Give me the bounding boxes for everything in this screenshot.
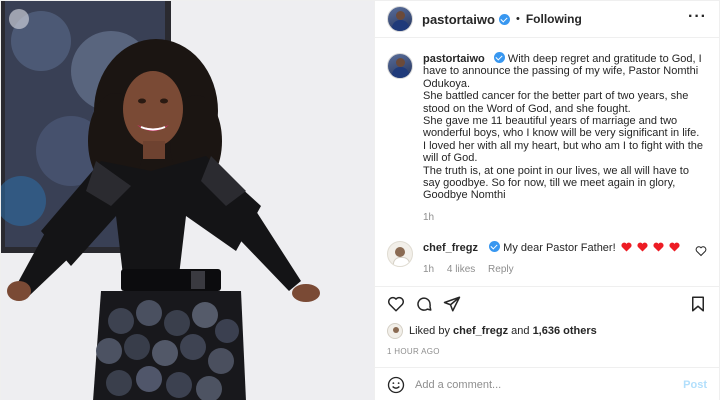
comment-like-heart-icon[interactable]	[695, 245, 707, 257]
caption-author-avatar[interactable]	[387, 53, 413, 79]
caption-line: pastortaiwo With deep regret and gratitu…	[423, 52, 707, 90]
save-bookmark-icon[interactable]	[689, 295, 707, 313]
caption-timestamp[interactable]: 1h	[423, 212, 707, 223]
post-comment-button[interactable]: Post	[683, 379, 707, 391]
action-bar	[375, 286, 719, 326]
header-separator: •	[515, 13, 520, 25]
comment-text-line: chef_fregz My dear Pastor Father!	[423, 240, 680, 255]
comment-like-count[interactable]: 4 likes	[447, 264, 475, 275]
author-username[interactable]: pastortaiwo	[422, 12, 495, 27]
likes-others-count[interactable]: 1,636 others	[533, 325, 597, 337]
emoji-smiley-icon[interactable]	[387, 376, 405, 394]
photo-illustration	[1, 1, 374, 400]
verified-badge-icon	[489, 240, 501, 252]
likes-summary: Liked by chef_fregz and 1,636 others	[387, 323, 597, 339]
like-heart-icon[interactable]	[387, 295, 405, 313]
post-caption: pastortaiwo With deep regret and gratitu…	[387, 52, 707, 202]
instagram-post: pastortaiwo • Following ··· pastortaiwo …	[0, 0, 720, 400]
liker-username[interactable]: chef_fregz	[453, 325, 508, 337]
post-photo[interactable]	[1, 1, 374, 400]
caption-line: She battled cancer for the better part o…	[423, 90, 689, 115]
caption-line: I loved her with all my heart, but who a…	[423, 139, 704, 165]
caption-line: She gave me 11 beautiful years of marria…	[423, 115, 700, 140]
reply-button[interactable]: Reply	[488, 264, 514, 275]
liked-by-conjunction: and	[511, 325, 530, 337]
commenter-username[interactable]: chef_fregz	[423, 242, 478, 254]
comment-body: chef_fregz My dear Pastor Father! 1h 4 l…	[423, 240, 680, 277]
comment-meta: 1h 4 likes Reply	[423, 263, 680, 277]
post-side-panel: pastortaiwo • Following ··· pastortaiwo …	[374, 1, 719, 400]
comment-timestamp[interactable]: 1h	[423, 264, 434, 275]
share-paper-plane-icon[interactable]	[443, 295, 461, 313]
comment-item: chef_fregz My dear Pastor Father! 1h 4 l…	[387, 240, 707, 277]
liker-avatar[interactable]	[387, 323, 403, 339]
comments-section[interactable]: pastortaiwo With deep regret and gratitu…	[375, 38, 719, 286]
comment-text: My dear Pastor Father!	[503, 241, 616, 254]
red-heart-emoji-icon	[621, 242, 632, 252]
red-heart-emoji-icon	[669, 242, 680, 252]
author-avatar[interactable]	[387, 6, 413, 32]
red-heart-emoji-icon	[637, 242, 648, 252]
following-button[interactable]: Following	[526, 12, 582, 26]
red-heart-emoji-icon	[653, 242, 664, 252]
add-comment-bar: Post	[375, 367, 719, 400]
more-options-icon[interactable]: ···	[688, 8, 707, 26]
verified-badge-icon	[498, 13, 510, 25]
post-header: pastortaiwo • Following ···	[375, 1, 719, 38]
caption-username[interactable]: pastortaiwo	[423, 53, 485, 65]
caption-text: pastortaiwo With deep regret and gratitu…	[423, 52, 707, 202]
post-timestamp[interactable]: 1 HOUR AGO	[387, 347, 440, 356]
comment-bubble-icon[interactable]	[415, 295, 433, 313]
verified-badge-icon	[493, 52, 505, 63]
liked-by-prefix: Liked by	[409, 325, 450, 337]
caption-line: The truth is, at one point in our lives,…	[423, 164, 689, 202]
add-comment-input[interactable]	[415, 378, 665, 391]
commenter-avatar[interactable]	[387, 240, 413, 267]
